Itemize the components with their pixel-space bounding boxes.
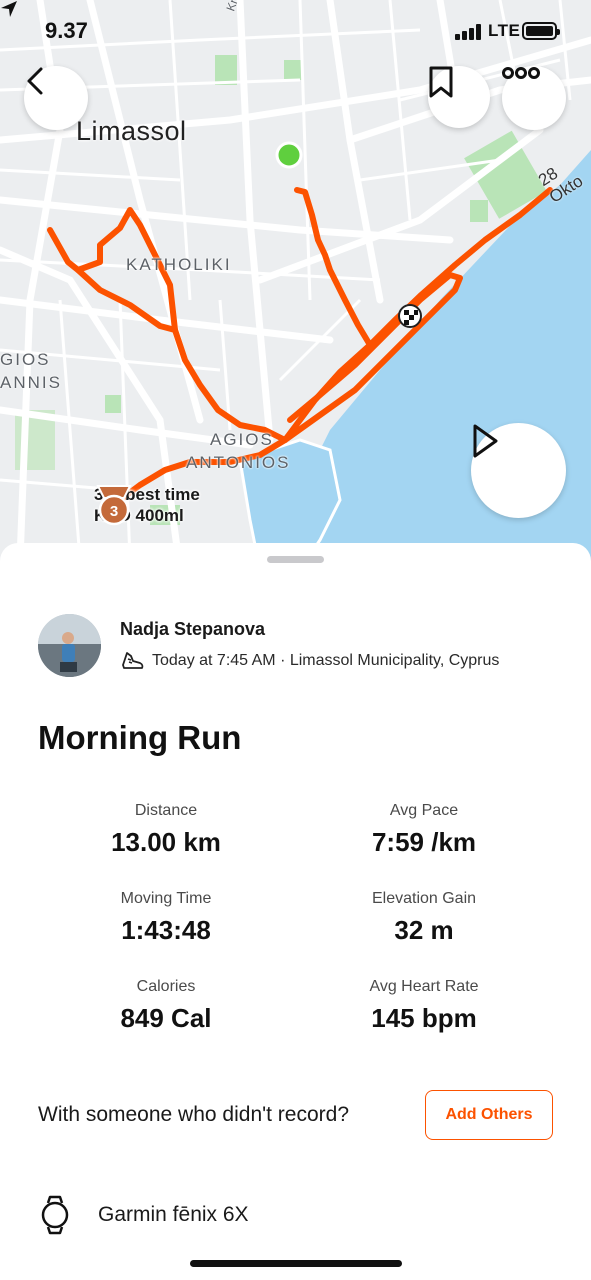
location-arrow-icon — [1, 1, 17, 17]
stat-value: 849 Cal — [120, 1003, 212, 1033]
start-marker — [275, 141, 303, 169]
bookmark-icon — [429, 66, 453, 98]
activity-meta: Today at 7:45 AM · Limassol Municipality… — [120, 650, 499, 672]
stat-value: 7:59 /km — [371, 827, 477, 857]
finish-marker — [398, 304, 422, 328]
stat-distance: Distance 13.00 km — [36, 802, 296, 858]
bookmark-button[interactable] — [428, 66, 490, 128]
medal-icon: 3 — [96, 485, 132, 526]
stat-label: Moving Time — [120, 890, 212, 907]
park-area — [215, 55, 237, 85]
add-others-button[interactable]: Add Others — [425, 1090, 553, 1140]
play-flyover-button[interactable] — [471, 423, 566, 518]
more-options-button[interactable] — [502, 66, 566, 130]
segment-achievement[interactable]: 3 3rd best time KEO 400ml — [94, 484, 200, 526]
home-indicator[interactable] — [190, 1260, 402, 1267]
device-row[interactable]: Garmin fēnix 6X — [40, 1195, 249, 1235]
with-someone-prompt: With someone who didn't record? — [38, 1103, 350, 1126]
avatar-photo — [38, 614, 101, 677]
stat-label: Distance — [134, 802, 198, 819]
district-label: ANTONIOS — [186, 453, 291, 472]
stat-label: Calories — [136, 978, 196, 995]
more-icon — [502, 67, 540, 79]
route-map[interactable]: Limassol KATHOLIKI AGIOS ANTONIOS GIOS A… — [0, 0, 591, 570]
battery-icon — [522, 22, 560, 40]
shoe-icon — [122, 652, 144, 669]
stat-calories: Calories 849 Cal — [36, 978, 296, 1034]
chevron-left-icon — [27, 67, 43, 95]
district-label: ANNIS — [0, 373, 62, 392]
play-icon — [473, 424, 498, 458]
sheet-grabber[interactable] — [267, 556, 324, 563]
stat-label: Avg Pace — [389, 802, 459, 819]
district-label: GIOS — [0, 350, 51, 369]
watch-icon — [41, 1195, 69, 1235]
park-area — [284, 60, 302, 80]
stat-label: Elevation Gain — [371, 890, 477, 907]
district-label: AGIOS — [210, 430, 274, 449]
device-name: Garmin fēnix 6X — [98, 1203, 249, 1226]
park-area — [470, 200, 488, 222]
stat-elevation-gain: Elevation Gain 32 m — [294, 890, 554, 946]
back-button[interactable] — [24, 66, 88, 130]
stat-moving-time: Moving Time 1:43:48 — [36, 890, 296, 946]
stat-value: 1:43:48 — [121, 915, 211, 945]
park-area — [105, 395, 121, 413]
activity-title: Morning Run — [38, 719, 242, 756]
stat-value: 13.00 km — [111, 827, 221, 857]
stat-label: Avg Heart Rate — [369, 978, 479, 995]
activity-time-location: Today at 7:45 AM · Limassol Municipality… — [152, 652, 500, 669]
city-label: Limassol — [76, 116, 187, 146]
district-label: KATHOLIKI — [126, 255, 232, 274]
network-label: LTE — [488, 21, 521, 40]
stat-value: 32 m — [394, 915, 454, 945]
stat-value: 145 bpm — [371, 1003, 477, 1033]
stat-avg-heart-rate: Avg Heart Rate 145 bpm — [294, 978, 554, 1034]
signal-icon — [455, 24, 481, 40]
status-time: 9.37 — [45, 18, 88, 43]
activity-sheet: Nadja Stepanova Today at 7:45 AM · Limas… — [0, 543, 591, 1280]
athlete-name[interactable]: Nadja Stepanova — [120, 619, 265, 640]
stat-avg-pace: Avg Pace 7:59 /km — [294, 802, 554, 858]
medal-rank: 3 — [110, 503, 118, 520]
avatar[interactable] — [38, 614, 101, 677]
